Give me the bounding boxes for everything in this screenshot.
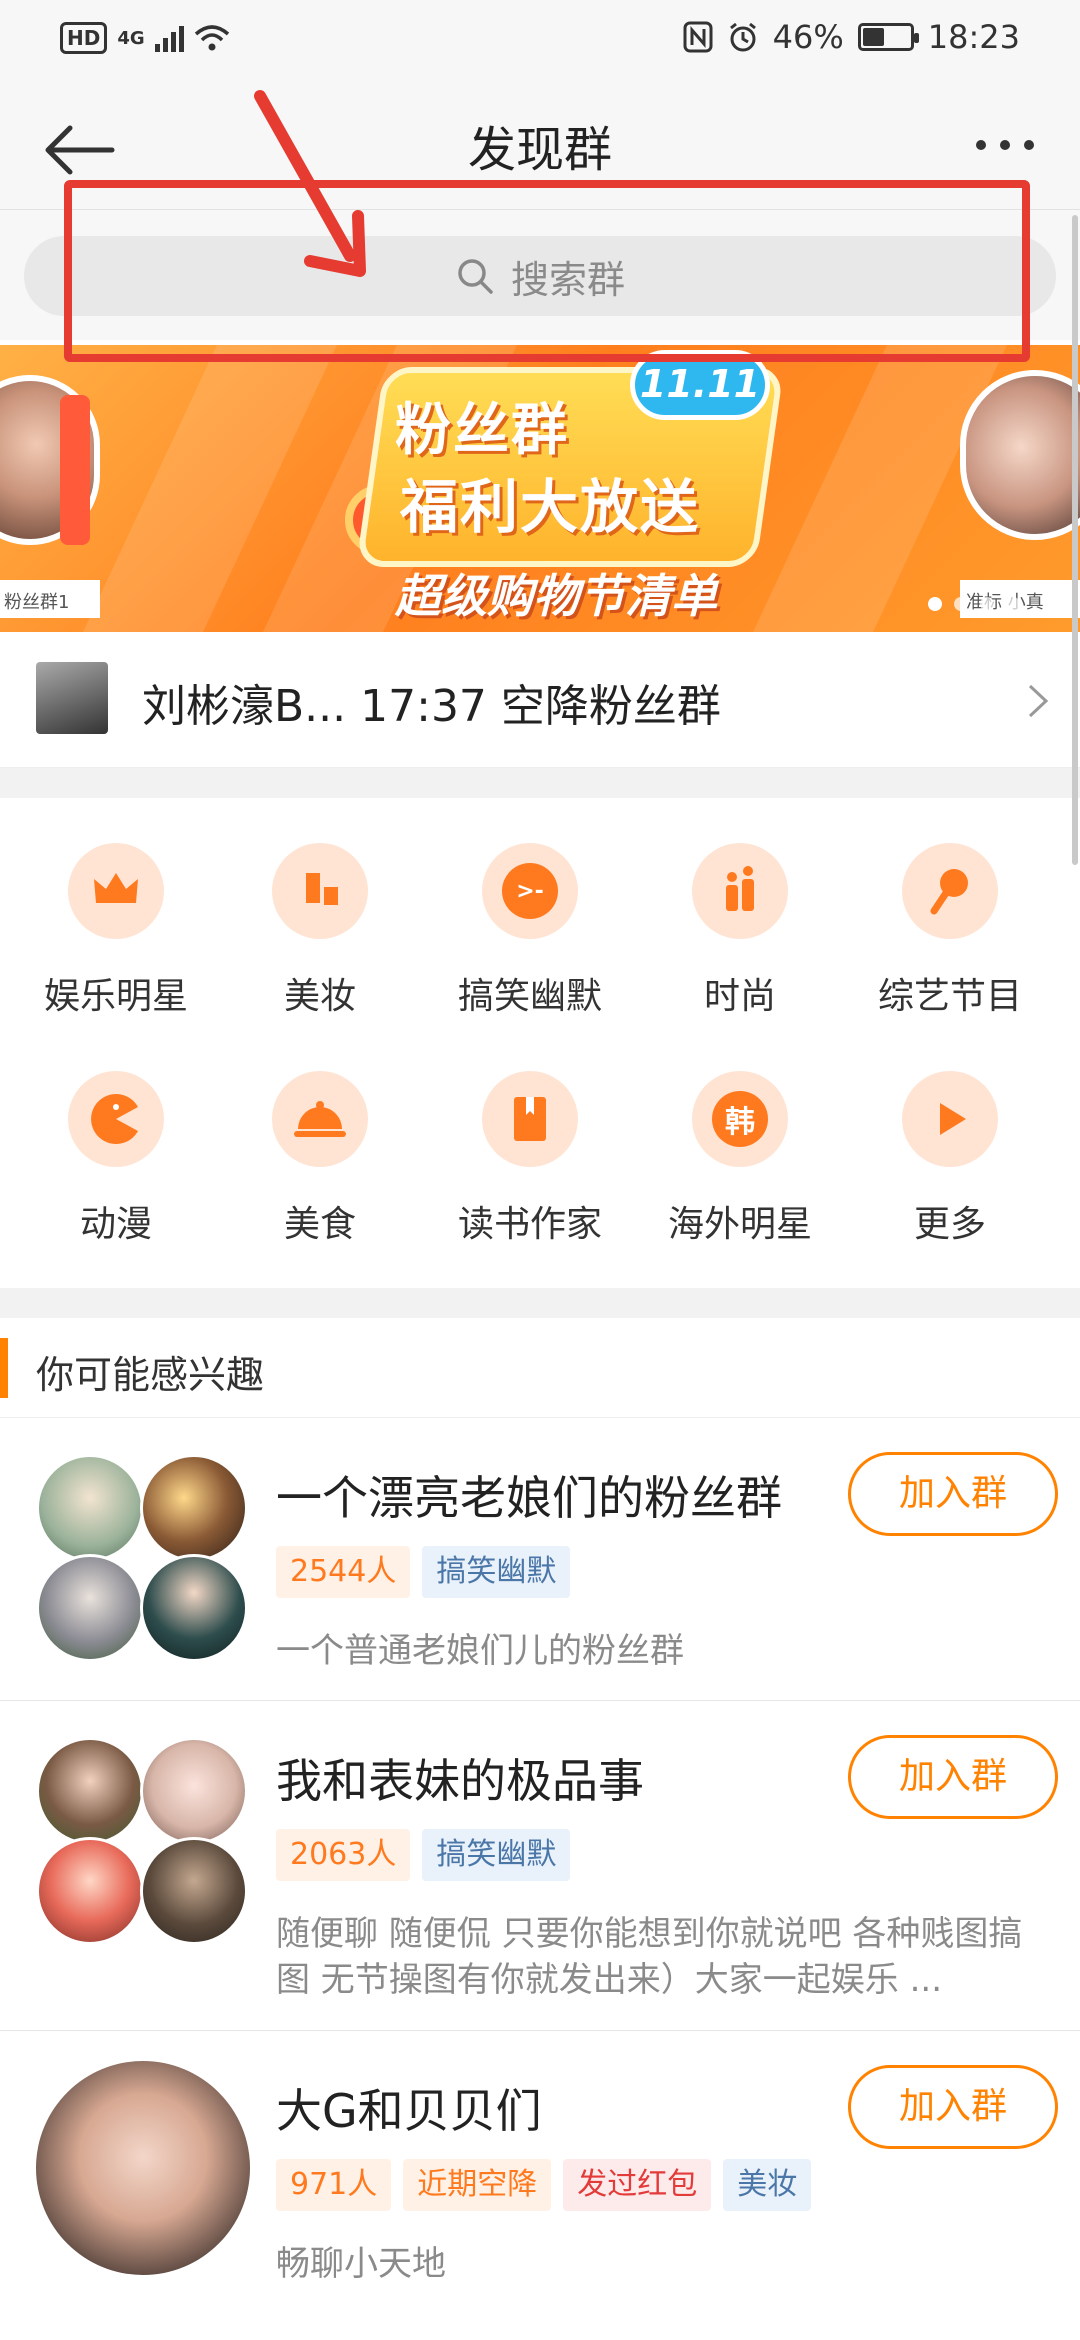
nfc-icon [683, 21, 713, 53]
join-group-button[interactable]: 加入群 [848, 1452, 1058, 1536]
member-count-tag: 2063人 [276, 1829, 411, 1881]
recent-airdrop-tag: 近期空降 [403, 2159, 552, 2211]
category-label: 美妆 [283, 976, 356, 1017]
funny-face-icon: >- [502, 863, 558, 919]
group-avatar [36, 2061, 250, 2275]
group-tags: 2063人 搞笑幽默 [276, 1829, 571, 1881]
group-name: 大G和贝贝们 [276, 2084, 542, 2138]
book-icon [514, 1097, 546, 1141]
highlight-box [64, 180, 1030, 362]
group-avatar-collage [36, 1737, 248, 1947]
banner-right-avatar [960, 370, 1080, 540]
page-title: 发现群 [467, 122, 612, 178]
member-count-tag: 2544人 [276, 1546, 411, 1598]
banner-left-tag [60, 395, 90, 545]
pacman-icon [91, 1094, 138, 1144]
wifi-icon [194, 25, 229, 51]
category-label: 美食 [283, 1204, 356, 1245]
banner-line2: 福利大放送 [400, 473, 701, 541]
member-count-tag: 971人 [276, 2159, 392, 2211]
notice-avatar [36, 662, 108, 734]
clock: 18:23 [927, 18, 1020, 56]
group-avatar-collage [36, 1454, 248, 1664]
group-list-item[interactable]: 大G和贝贝们 971人 近期空降 发过红包 美妆 畅聊小天地 加入群 [0, 2031, 1080, 2340]
category-label: 时尚 [703, 976, 776, 1017]
hd-indicator: HD [60, 22, 108, 54]
divider [0, 768, 1080, 798]
group-tags: 2544人 搞笑幽默 [276, 1546, 571, 1598]
category-funny[interactable]: >- 搞笑幽默 [430, 798, 630, 1017]
play-more-icon [940, 1103, 966, 1135]
category-label: 动漫 [79, 1204, 152, 1245]
korea-han-icon: 韩 [712, 1091, 768, 1147]
divider [0, 1288, 1080, 1318]
battery-percent: 46% [772, 18, 844, 56]
lipstick-icon [306, 873, 338, 905]
banner-left-caption: 粉丝群1 [0, 580, 100, 618]
category-entertainment[interactable]: 娱乐明星 [16, 798, 216, 1017]
category-label: 读书作家 [457, 1204, 602, 1245]
category-label: 综艺节目 [877, 976, 1022, 1017]
group-description: 一个普通老娘们儿的粉丝群 [276, 1631, 684, 1671]
group-description: 随便聊 随便侃 只要你能想到你就说吧 各种贱图搞图 无节操图有你就发出来）大家一… [276, 1914, 1023, 2000]
join-group-button[interactable]: 加入群 [848, 2065, 1058, 2149]
status-right: 46% 18:23 [683, 18, 1020, 56]
group-list-item[interactable]: 一个漂亮老娘们的粉丝群 2544人 搞笑幽默 一个普通老娘们儿的粉丝群 加入群 [0, 1418, 1080, 1701]
category-grid: 娱乐明星 美妆 >- 搞笑幽默 时尚 综艺节目 动漫 美食 读书作家 韩 海外明… [0, 798, 1080, 1288]
chevron-right-icon [1028, 684, 1049, 718]
banner-subtitle: 超级购物节清单 [395, 569, 717, 623]
alarm-icon [729, 22, 756, 52]
status-left: HD 4G [60, 22, 230, 54]
category-books[interactable]: 读书作家 [430, 1026, 630, 1245]
category-label: 娱乐明星 [43, 976, 188, 1017]
group-tags: 971人 近期空降 发过红包 美妆 [276, 2159, 812, 2211]
category-fashion[interactable]: 时尚 [640, 798, 840, 1017]
category-more[interactable]: 更多 [850, 1026, 1050, 1245]
category-overseas-stars[interactable]: 韩 海外明星 [640, 1026, 840, 1245]
network-type: 4G [117, 27, 145, 49]
category-anime[interactable]: 动漫 [16, 1026, 216, 1245]
food-cloche-icon [294, 1101, 346, 1137]
group-description: 畅聊小天地 [276, 2244, 446, 2284]
battery-icon [857, 23, 919, 51]
microphone-icon [930, 869, 968, 915]
category-tag: 美妆 [723, 2159, 812, 2211]
status-bar: HD 4G 46% 18:23 [0, 0, 1080, 80]
signal-icon [154, 24, 184, 52]
group-list-item[interactable]: 我和表妹的极品事 2063人 搞笑幽默 随便聊 随便侃 只要你能想到你就说吧 各… [0, 1701, 1080, 2031]
scrollbar[interactable] [1072, 215, 1078, 865]
section-header: 你可能感兴趣 [0, 1318, 1080, 1418]
category-label: 海外明星 [667, 1204, 812, 1245]
red-packet-tag: 发过红包 [563, 2159, 712, 2211]
category-tag: 搞笑幽默 [422, 1829, 571, 1881]
category-tag: 搞笑幽默 [422, 1546, 571, 1598]
section-title: 你可能感兴趣 [36, 1353, 265, 1397]
group-name: 一个漂亮老娘们的粉丝群 [276, 1471, 782, 1525]
category-variety-show[interactable]: 综艺节目 [850, 798, 1050, 1017]
highlight-arrow-icon [254, 90, 366, 277]
battery-fill [862, 28, 884, 46]
notice-text: 刘彬濠B... 17:37 空降粉丝群 [142, 681, 721, 732]
category-food[interactable]: 美食 [220, 1026, 420, 1245]
promo-banner[interactable]: 粉丝群1 粉丝群 福利大放送 11.11 超级购物节清单 准标 小真 [0, 345, 1080, 632]
live-notice-row[interactable]: 刘彬濠B... 17:37 空降粉丝群 [0, 632, 1080, 768]
banner-pager-dots [928, 597, 1020, 611]
category-label: 更多 [913, 1204, 986, 1245]
bottles-icon [726, 866, 754, 911]
join-group-button[interactable]: 加入群 [848, 1735, 1058, 1819]
more-options-icon[interactable] [960, 120, 1050, 170]
group-name: 我和表妹的极品事 [276, 1754, 644, 1808]
section-accent-bar [0, 1338, 8, 1398]
category-makeup[interactable]: 美妆 [220, 798, 420, 1017]
crown-icon [94, 873, 138, 903]
banner-line1: 粉丝群 [395, 398, 569, 463]
category-label: 搞笑幽默 [457, 976, 602, 1017]
